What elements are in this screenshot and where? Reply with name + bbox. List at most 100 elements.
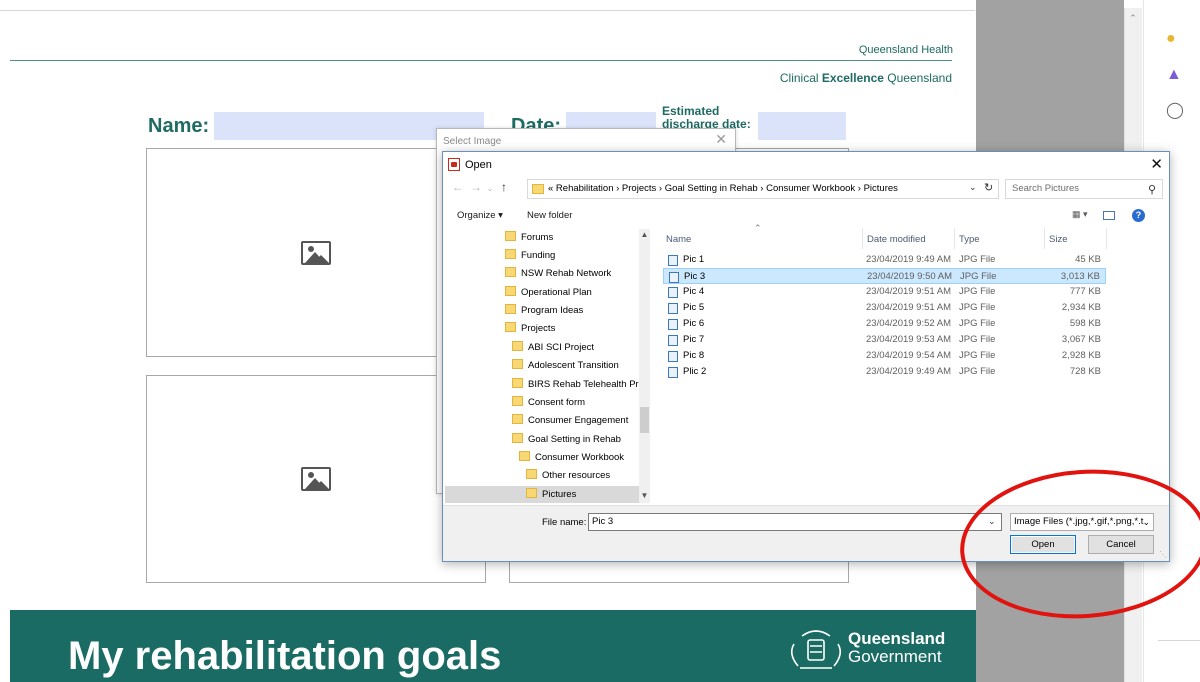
column-divider[interactable]	[1044, 228, 1045, 249]
file-row-selected[interactable]: Pic 3 23/04/2019 9:50 AM JPG File 3,013 …	[663, 268, 1106, 284]
cancel-button[interactable]: Cancel	[1088, 535, 1154, 554]
search-input[interactable]: Search Pictures ⚲	[1005, 179, 1163, 199]
name-label: Name:	[148, 115, 210, 137]
side-panel-divider	[1158, 640, 1200, 641]
forward-arrow-icon[interactable]: →	[467, 180, 485, 194]
file-name-input[interactable]: Pic 3	[588, 513, 1002, 531]
nav-item-other-resources[interactable]: Other resources	[526, 467, 610, 485]
organize-button[interactable]: Organize ▾	[457, 210, 503, 221]
file-row[interactable]: Pic 5 23/04/2019 9:51 AM JPG File 2,934 …	[663, 300, 1106, 316]
nav-item-adolescent-transition[interactable]: Adolescent Transition	[512, 357, 619, 375]
scroll-up-arrow-icon[interactable]: ⌃	[1124, 10, 1142, 26]
file-row[interactable]: Pic 1 23/04/2019 9:49 AM JPG File 45 KB	[663, 252, 1106, 268]
nav-item-consent-form[interactable]: Consent form	[512, 394, 585, 412]
folder-icon	[512, 378, 523, 388]
pdf-app-icon	[448, 158, 460, 171]
image-file-icon	[668, 335, 678, 346]
sort-ascending-icon: ⌃	[754, 223, 762, 233]
dialog-title: Open	[465, 159, 492, 171]
nav-item-birs-rehab-telehealth[interactable]: BIRS Rehab Telehealth Proje	[512, 376, 650, 394]
new-folder-button[interactable]: New folder	[527, 210, 572, 221]
file-name-label: File name:	[542, 517, 587, 528]
comment-icon[interactable]: ◯	[1166, 100, 1184, 120]
column-divider[interactable]	[1106, 228, 1107, 249]
page-top-rule	[0, 10, 975, 11]
header-org: Queensland Health	[858, 44, 953, 56]
column-header-date[interactable]: Date modified	[867, 234, 926, 245]
nav-item-forums[interactable]: Forums	[505, 229, 553, 247]
image-placeholder-3[interactable]	[146, 375, 486, 583]
search-icon: ⚲	[1147, 184, 1156, 196]
column-header-type[interactable]: Type	[959, 234, 980, 245]
file-row[interactable]: Pic 6 23/04/2019 9:52 AM JPG File 598 KB	[663, 316, 1106, 332]
file-type-select[interactable]: Image Files (*.jpg,*.gif,*.png,*.t ⌄	[1010, 513, 1154, 531]
nav-scroll-thumb[interactable]	[640, 407, 649, 433]
preview-pane-icon[interactable]	[1103, 211, 1115, 220]
nav-scroll-up-icon[interactable]: ▲	[639, 230, 650, 239]
picture-placeholder-icon	[301, 240, 331, 265]
folder-icon	[505, 231, 516, 241]
folder-icon	[505, 322, 516, 332]
address-path: « Rehabilitation › Projects › Goal Setti…	[548, 183, 898, 194]
government-wordmark: Queensland Government	[848, 629, 946, 666]
nav-scrollbar[interactable]	[639, 229, 650, 503]
file-name-dropdown-icon[interactable]: ⌄	[988, 516, 996, 527]
file-row[interactable]: Pic 8 23/04/2019 9:54 AM JPG File 2,928 …	[663, 348, 1106, 364]
refresh-icon[interactable]: ↻	[984, 181, 993, 194]
folder-icon	[526, 488, 537, 498]
nav-item-funding[interactable]: Funding	[505, 247, 555, 265]
nav-item-consumer-workbook[interactable]: Consumer Workbook	[519, 449, 624, 467]
folder-icon	[505, 286, 516, 296]
image-file-icon	[668, 287, 678, 298]
nav-item-operational-plan[interactable]: Operational Plan	[505, 284, 592, 302]
nav-item-consumer-engagement[interactable]: Consumer Engagement	[512, 412, 628, 430]
navigation-pane[interactable]: Forums Funding NSW Rehab Network Operati…	[445, 229, 650, 503]
folder-icon	[512, 433, 523, 443]
image-file-icon	[668, 319, 678, 330]
dialog-toolbar: Organize ▾ New folder ▦ ▾ ?	[443, 205, 1169, 227]
folder-icon	[512, 359, 523, 369]
address-dropdown-icon[interactable]: ⌄	[969, 182, 977, 193]
header-unit: Clinical Excellence Queensland	[779, 71, 952, 85]
open-button[interactable]: Open	[1010, 535, 1076, 554]
folder-icon	[512, 396, 523, 406]
image-file-icon	[668, 351, 678, 362]
select-image-title: Select Image	[443, 136, 502, 147]
nav-item-program-ideas[interactable]: Program Ideas	[505, 302, 583, 320]
up-arrow-icon[interactable]: ↑	[495, 180, 513, 194]
nav-item-pictures[interactable]: Pictures	[445, 486, 639, 503]
folder-icon	[526, 469, 537, 479]
recent-dropdown-icon[interactable]: ⌄	[485, 184, 495, 193]
image-placeholder-1[interactable]	[146, 148, 486, 357]
address-bar[interactable]: « Rehabilitation › Projects › Goal Setti…	[527, 179, 999, 199]
back-arrow-icon[interactable]: ←	[449, 180, 467, 194]
file-row[interactable]: Pic 4 23/04/2019 9:51 AM JPG File 777 KB	[663, 284, 1106, 300]
share-icon[interactable]: ▲	[1166, 66, 1182, 84]
column-header-size[interactable]: Size	[1049, 234, 1067, 245]
column-header-name[interactable]: Name	[666, 234, 691, 245]
folder-icon	[505, 304, 516, 314]
resize-grip-icon[interactable]: ⋱	[1159, 550, 1167, 559]
nav-item-projects[interactable]: Projects	[505, 320, 555, 338]
discharge-date-field[interactable]	[758, 112, 846, 140]
select-image-close-icon[interactable]: ✕	[715, 131, 727, 148]
open-file-dialog: Open ✕ ← → ⌄ ↑ « Rehabilitation › Projects …	[442, 151, 1170, 562]
nav-item-goal-setting-in-rehab[interactable]: Goal Setting in Rehab	[512, 431, 621, 449]
file-row[interactable]: Plic 2 23/04/2019 9:49 AM JPG File 728 K…	[663, 364, 1106, 380]
nav-item-abi-sci-project[interactable]: ABI SCI Project	[512, 339, 594, 357]
help-icon[interactable]: ?	[1132, 209, 1145, 222]
queensland-crest-icon	[790, 630, 842, 669]
column-divider[interactable]	[862, 228, 863, 249]
column-divider[interactable]	[954, 228, 955, 249]
folder-icon	[532, 184, 544, 194]
dialog-close-icon[interactable]: ✕	[1150, 155, 1163, 173]
folder-icon	[519, 451, 530, 461]
lightbulb-icon[interactable]: ●	[1166, 30, 1176, 48]
image-file-icon	[669, 272, 679, 283]
nav-scroll-down-icon[interactable]: ▼	[639, 491, 650, 500]
nav-item-nsw-rehab-network[interactable]: NSW Rehab Network	[505, 265, 611, 283]
file-row[interactable]: Pic 7 23/04/2019 9:53 AM JPG File 3,067 …	[663, 332, 1106, 348]
view-options-icon[interactable]: ▦ ▾	[1072, 209, 1088, 220]
image-file-icon	[668, 255, 678, 266]
picture-placeholder-icon	[301, 467, 331, 491]
